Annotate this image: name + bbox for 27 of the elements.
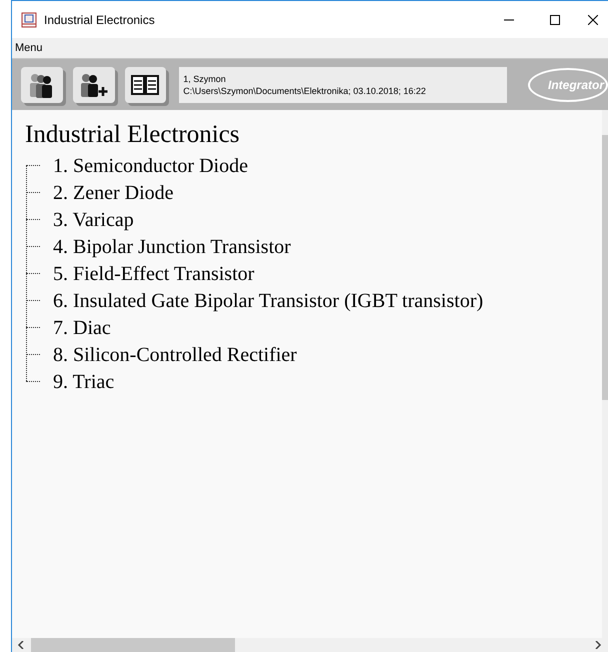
scrollbar-thumb[interactable] bbox=[31, 638, 235, 652]
tree-item[interactable]: 4. Bipolar Junction Transistor bbox=[53, 234, 291, 258]
user-label: 1, Szymon bbox=[183, 72, 227, 84]
path-label: C:\Users\Szymon\Documents\Elektronika; 03.10.2018; 16:22 bbox=[183, 84, 427, 96]
window-title: Industrial Electronics bbox=[44, 12, 155, 28]
integrator-logo: Integrator bbox=[528, 68, 608, 102]
add-user-button[interactable] bbox=[72, 66, 114, 102]
add-user-icon bbox=[78, 72, 109, 98]
page-heading: Industrial Electronics bbox=[25, 120, 241, 150]
users-button[interactable] bbox=[21, 66, 63, 102]
book-icon bbox=[130, 72, 160, 96]
tree-item[interactable]: 1. Semiconductor Diode bbox=[53, 154, 248, 178]
scroll-right-icon[interactable] bbox=[594, 641, 602, 649]
book-button[interactable] bbox=[124, 66, 166, 102]
tree-item[interactable]: 7. Diac bbox=[53, 316, 111, 340]
tree-item[interactable]: 9. Triac bbox=[53, 370, 114, 394]
tree-item[interactable]: 6. Insulated Gate Bipolar Transistor (IGBT transistor) bbox=[53, 288, 484, 312]
tree-item[interactable]: 2. Zener Diode bbox=[53, 180, 174, 204]
scrollbar-thumb[interactable] bbox=[602, 135, 608, 400]
maximize-icon bbox=[550, 14, 560, 24]
tree-item[interactable]: 3. Varicap bbox=[53, 208, 134, 232]
tree-item[interactable]: 8. Silicon-Controlled Rectifier bbox=[53, 342, 297, 366]
menu-item[interactable]: Menu bbox=[12, 40, 46, 56]
close-icon bbox=[588, 14, 598, 24]
scroll-left-icon[interactable] bbox=[17, 641, 25, 649]
app-icon bbox=[21, 12, 37, 28]
tree-item[interactable]: 5. Field-Effect Transistor bbox=[53, 262, 254, 286]
